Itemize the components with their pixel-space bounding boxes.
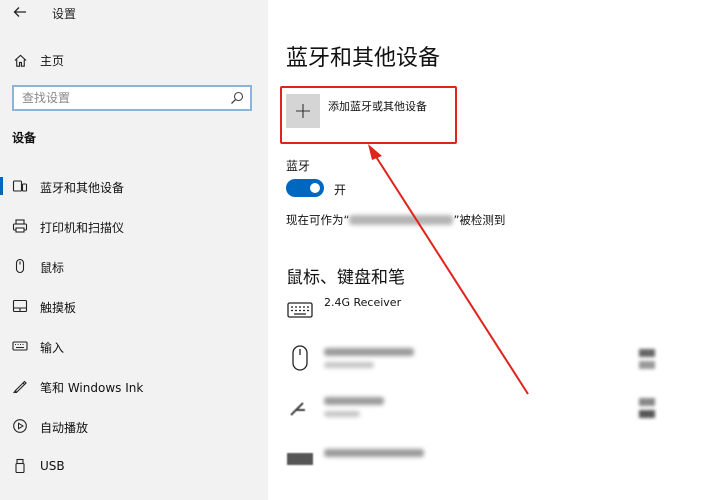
sidebar-item-pen[interactable]: 笔和 Windows Ink [0,371,268,401]
redacted-device-status [324,411,360,417]
mouse-icon [12,258,28,274]
sidebar: 设置 主页 设备 蓝牙和其他设备 打印机和扫描仪 鼠标 [0,0,268,500]
touchpad-icon [12,298,28,314]
section-title-mouse-keyboard-pen: 鼠标、键盘和笔 [286,268,405,288]
pen-icon [12,378,28,394]
redacted-device-name [324,449,424,457]
search-input[interactable] [22,90,222,106]
sidebar-item-label: USB [40,459,65,473]
printer-icon [12,218,28,234]
main-content: 蓝牙和其他设备 添加蓝牙或其他设备 蓝牙 开 现在可作为“ ”被检测到 鼠标、键… [268,0,727,500]
device-row[interactable] [286,445,686,485]
device-row[interactable]: 2.4G Receiver [286,296,686,336]
discoverable-suffix: ”被检测到 [453,213,506,227]
redacted-device-name [324,397,384,405]
discoverable-text: 现在可作为“ ”被检测到 [286,212,505,228]
sidebar-item-printers[interactable]: 打印机和扫描仪 [0,211,268,241]
battery-status-icon [636,395,658,421]
search-icon[interactable] [230,90,244,104]
home-icon [12,52,28,68]
sidebar-item-bluetooth[interactable]: 蓝牙和其他设备 [0,171,268,201]
sidebar-item-label: 主页 [40,53,65,68]
add-device-label: 添加蓝牙或其他设备 [328,100,427,113]
device-name: 2.4G Receiver [324,296,402,309]
sidebar-item-label: 鼠标 [40,261,65,275]
autoplay-icon [12,418,28,434]
bluetooth-devices-icon [12,178,28,194]
discoverable-prefix: 现在可作为“ [286,213,350,227]
sidebar-section-heading: 设备 [12,131,37,145]
redacted-device-status [324,362,374,368]
battery-status-icon [636,346,658,372]
sidebar-item-label: 笔和 Windows Ink [40,381,144,395]
search-box[interactable] [12,85,252,111]
plus-icon [286,94,320,128]
keyboard-device-icon [286,296,314,324]
bluetooth-label: 蓝牙 [286,159,311,173]
title-bar: 设置 [0,0,268,28]
bluetooth-state-text: 开 [334,183,347,197]
sidebar-item-label: 蓝牙和其他设备 [40,181,125,195]
type-cover-device-icon [286,445,314,473]
add-device-button[interactable]: 添加蓝牙或其他设备 [286,94,456,134]
sidebar-item-label: 打印机和扫描仪 [40,221,125,235]
page-title: 蓝牙和其他设备 [286,46,441,71]
device-name-redacted [349,215,454,225]
sidebar-item-label: 触摸板 [40,301,77,315]
usb-icon [12,458,28,474]
toggle-knob [310,183,320,193]
sidebar-item-mouse[interactable]: 鼠标 [0,251,268,281]
sidebar-item-label: 输入 [40,341,65,355]
bluetooth-toggle[interactable] [286,179,324,197]
sidebar-item-touchpad[interactable]: 触摸板 [0,291,268,321]
sidebar-item-usb[interactable]: USB [0,451,268,481]
sidebar-item-autoplay[interactable]: 自动播放 [0,411,268,441]
sidebar-item-label: 自动播放 [40,421,89,435]
app-title: 设置 [52,7,77,21]
device-row[interactable] [286,393,686,433]
redacted-device-name [324,348,414,356]
mouse-device-icon [286,344,314,372]
keyboard-icon [12,338,28,354]
sidebar-item-typing[interactable]: 输入 [0,331,268,361]
pen-device-icon [286,393,314,421]
back-arrow-icon[interactable] [12,4,30,22]
device-row[interactable] [286,344,686,384]
sidebar-item-home[interactable]: 主页 [0,46,268,74]
